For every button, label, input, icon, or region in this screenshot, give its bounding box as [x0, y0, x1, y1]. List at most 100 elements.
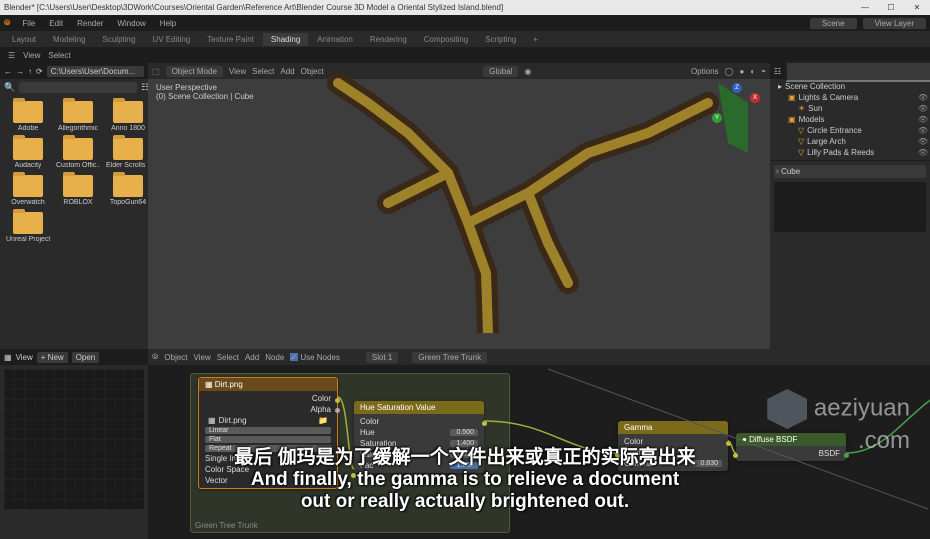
fb-back-icon[interactable]: ← — [4, 67, 12, 76]
ws-sculpting[interactable]: Sculpting — [95, 33, 144, 46]
cube-icon: ▫ — [776, 167, 779, 176]
ol-scene-collection[interactable]: ▸ Scene Collection — [772, 81, 928, 92]
axis-x-icon[interactable]: X — [750, 93, 760, 103]
folder-icon[interactable]: 📁 — [318, 416, 328, 425]
3d-viewport[interactable]: ⬚ Object Mode View Select Add Object Glo… — [148, 63, 770, 349]
properties-panel: ▫ Cube — [770, 160, 930, 349]
maximize-button[interactable]: ☐ — [882, 3, 900, 12]
menu-help[interactable]: Help — [154, 17, 182, 30]
vp-view[interactable]: View — [229, 67, 246, 76]
eye-icon[interactable]: 👁 — [918, 104, 928, 113]
eye-icon[interactable]: 👁 — [918, 126, 928, 135]
eye-icon[interactable]: 👁 — [918, 93, 928, 102]
scene-dropdown[interactable]: Scene — [810, 18, 857, 29]
folder-item[interactable]: Allegorithmic — [54, 99, 102, 134]
light-icon: ☀ — [798, 104, 805, 113]
menu-edit[interactable]: Edit — [43, 17, 69, 30]
ws-shading[interactable]: Shading — [263, 33, 308, 46]
outliner-item[interactable]: ▽Large Arch👁 — [772, 136, 928, 147]
ne-select[interactable]: Select — [217, 353, 239, 362]
fb-search-input[interactable] — [19, 82, 137, 93]
frame-label: Green Tree Trunk — [195, 521, 258, 530]
folder-item[interactable]: Overwatch — [4, 173, 52, 208]
slot-dropdown[interactable]: Slot 1 — [366, 352, 398, 363]
ne-object[interactable]: Object — [164, 353, 187, 362]
ws-anim[interactable]: Animation — [309, 33, 361, 46]
prop-datablock[interactable]: ▫ Cube — [774, 165, 926, 178]
folder-item[interactable]: ROBLOX — [54, 173, 102, 208]
fb-fwd-icon[interactable]: → — [16, 67, 24, 76]
ws-render[interactable]: Rendering — [362, 33, 415, 46]
nav-gizmo[interactable]: X Y Z — [712, 83, 762, 133]
mesh-icon: ▽ — [798, 137, 804, 146]
axis-z-icon[interactable]: Z — [732, 83, 742, 93]
viewlayer-dropdown[interactable]: View Layer — [863, 18, 926, 29]
folder-item[interactable]: Custom Offic... — [54, 136, 102, 171]
shading-material-icon[interactable]: ◐ — [750, 67, 755, 76]
folder-item[interactable]: Elder Scrolls ... — [104, 136, 152, 171]
eye-icon[interactable]: 👁 — [918, 115, 928, 124]
ws-add[interactable]: + — [525, 33, 546, 46]
file-browser: ← → ↑ ⟳ C:\Users\User\Docum... 🔍 ☷ ▾ Ado… — [0, 63, 148, 349]
outliner-item[interactable]: ▣Models👁 — [772, 114, 928, 125]
mesh-icon: ▽ — [798, 126, 804, 135]
use-nodes-checkbox[interactable]: ✓Use Nodes — [290, 353, 340, 362]
node-title[interactable]: ▦ Dirt.png — [199, 378, 337, 391]
img-view[interactable]: View — [16, 353, 33, 362]
ne-node[interactable]: Node — [265, 353, 284, 362]
collection-icon: ▸ — [778, 82, 782, 91]
folder-item[interactable]: Unreal Project... — [4, 210, 52, 245]
ws-modeling[interactable]: Modeling — [45, 33, 93, 46]
fb-refresh-icon[interactable]: ⟳ — [36, 67, 43, 76]
eye-icon[interactable]: 👁 — [918, 137, 928, 146]
folder-item[interactable]: Audacity — [4, 136, 52, 171]
fb-up-icon[interactable]: ↑ — [28, 67, 32, 76]
ne-view[interactable]: View — [194, 353, 211, 362]
folder-item[interactable]: Anno 1800 — [104, 99, 152, 134]
fb-path[interactable]: C:\Users\User\Docum... — [47, 66, 144, 77]
ws-texpaint[interactable]: Texture Paint — [199, 33, 262, 46]
ws-script[interactable]: Scripting — [477, 33, 524, 46]
search-icon: 🔍 — [4, 82, 15, 93]
blender-logo-icon: ⦾ — [4, 18, 10, 28]
node-title[interactable]: Gamma — [618, 421, 728, 434]
folder-item[interactable]: Adobe — [4, 99, 52, 134]
ne-type-icon[interactable]: ⦾ — [152, 352, 158, 362]
mode-dropdown[interactable]: Object Mode — [166, 66, 223, 77]
outliner-item[interactable]: ▽Lilly Pads & Reeds👁 — [772, 147, 928, 158]
node-value-input[interactable]: 0.500 — [450, 429, 478, 436]
topbar-select[interactable]: Select — [48, 51, 70, 60]
menu-window[interactable]: Window — [111, 17, 151, 30]
folder-item[interactable]: TopoGun64 — [104, 173, 152, 208]
material-dropdown[interactable]: Green Tree Trunk — [412, 352, 487, 363]
collection-icon: ▣ — [788, 115, 796, 124]
viewport-content — [268, 73, 748, 333]
shading-rendered-icon[interactable]: ◓ — [761, 67, 766, 76]
eye-icon[interactable]: 👁 — [918, 148, 928, 157]
minimize-button[interactable]: — — [856, 3, 874, 12]
close-button[interactable]: ✕ — [908, 3, 926, 12]
menu-file[interactable]: File — [16, 17, 41, 30]
outliner-item[interactable]: ▽Circle Entrance👁 — [772, 125, 928, 136]
outliner-type-icon[interactable]: ☷ — [774, 67, 781, 76]
hamburger-icon[interactable]: ☰ — [8, 51, 15, 60]
ws-comp[interactable]: Compositing — [416, 33, 476, 46]
ws-uv[interactable]: UV Editing — [144, 33, 198, 46]
ne-add[interactable]: Add — [245, 353, 259, 362]
img-open[interactable]: Open — [72, 352, 100, 363]
img-type-icon[interactable]: ▦ — [4, 353, 12, 362]
ws-layout[interactable]: Layout — [4, 33, 44, 46]
outliner: ☷ ▾ ▸ Scene Collection ▣Lights & Camera👁… — [770, 63, 930, 349]
folder-icon — [113, 138, 143, 160]
topbar-view[interactable]: View — [23, 51, 40, 60]
interp-dropdown[interactable]: Linear — [205, 427, 331, 434]
outliner-item[interactable]: ☀Sun👁 — [772, 103, 928, 114]
axis-y-icon[interactable]: Y — [712, 113, 722, 123]
outliner-item[interactable]: ▣Lights & Camera👁 — [772, 92, 928, 103]
img-new[interactable]: + New — [37, 352, 68, 363]
material-preview — [774, 182, 926, 232]
image-file-field[interactable]: Dirt.png — [219, 416, 315, 425]
menu-render[interactable]: Render — [71, 17, 109, 30]
editor-type-icon[interactable]: ⬚ — [152, 67, 160, 76]
node-title[interactable]: Hue Saturation Value — [354, 401, 484, 414]
